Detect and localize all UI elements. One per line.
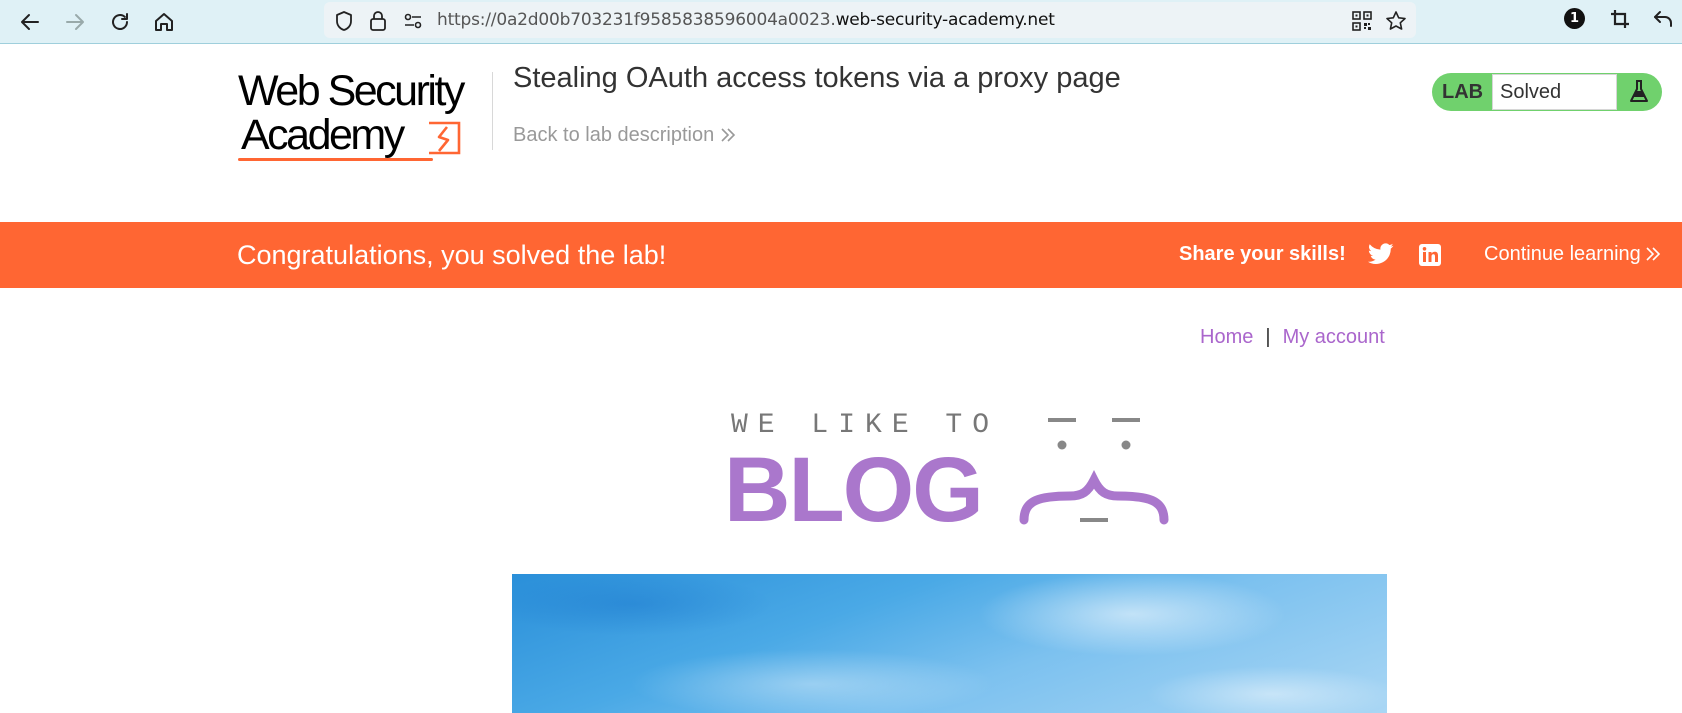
undo-icon[interactable] <box>1652 8 1674 30</box>
linkedin-icon[interactable] <box>1418 243 1442 267</box>
logo-line2: Academy <box>241 111 405 159</box>
home-link[interactable]: Home <box>1200 326 1253 348</box>
continue-learning-link[interactable]: Continue learning <box>1484 243 1661 266</box>
url-text[interactable]: https://0a2d00b703231f9585838596004a0023… <box>437 10 1055 30</box>
blog-tagline: WE LIKE TO <box>731 410 1000 441</box>
share-skills-label: Share your skills! <box>1179 243 1346 265</box>
arrow-left-icon <box>21 14 39 30</box>
back-to-lab-description-link[interactable]: Back to lab description <box>513 124 736 147</box>
logo-line1: Web Security <box>238 67 465 115</box>
logo-bolt-icon <box>429 121 461 155</box>
blog-logo-face-icon <box>1019 418 1169 525</box>
qr-code-icon[interactable] <box>1351 10 1373 32</box>
reload-icon <box>112 13 128 30</box>
double-chevron-right-icon <box>1646 247 1660 261</box>
logo-underline <box>238 158 433 161</box>
blog-wordmark: BLOG <box>724 439 984 541</box>
forward-button[interactable] <box>60 7 90 37</box>
shield-icon[interactable] <box>334 10 354 32</box>
blog-top-nav: Home | My account <box>1200 326 1385 349</box>
bookmark-star-icon[interactable] <box>1385 10 1407 32</box>
url-prefix: https://0a2d00b703231f9585838596004a0023… <box>437 10 836 30</box>
lab-status-label: LAB <box>1442 81 1484 103</box>
header-divider <box>492 72 493 150</box>
site-permissions-icon[interactable] <box>402 10 424 32</box>
congratulations-message: Congratulations, you solved the lab! <box>237 240 667 270</box>
extension-badge[interactable]: 1 <box>1564 8 1585 29</box>
lock-icon[interactable] <box>369 10 387 32</box>
double-chevron-right-icon <box>721 128 736 142</box>
arrow-right-icon <box>66 14 84 30</box>
nav-separator: | <box>1265 326 1271 348</box>
web-security-academy-logo[interactable]: Web Security Academy <box>238 68 488 168</box>
home-button[interactable] <box>149 7 179 37</box>
my-account-link[interactable]: My account <box>1283 326 1385 348</box>
crop-icon[interactable] <box>1609 8 1631 30</box>
congratulations-banner: Congratulations, you solved the lab! Sha… <box>0 222 1682 288</box>
twitter-icon[interactable] <box>1368 243 1394 265</box>
browser-toolbar: https://0a2d00b703231f9585838596004a0023… <box>0 0 1682 44</box>
home-icon <box>155 13 173 31</box>
lab-status-widget: LAB Solved <box>1432 73 1662 111</box>
continue-learning-label: Continue learning <box>1484 243 1641 265</box>
back-link-label: Back to lab description <box>513 124 715 146</box>
flask-icon <box>1630 80 1648 102</box>
url-host: web-security-academy.net <box>835 10 1055 30</box>
back-button[interactable] <box>15 7 45 37</box>
address-bar[interactable]: https://0a2d00b703231f9585838596004a0023… <box>324 2 1416 38</box>
lab-title: Stealing OAuth access tokens via a proxy… <box>513 62 1121 94</box>
blog-hero-image <box>512 574 1387 713</box>
reload-button[interactable] <box>105 7 135 37</box>
lab-status-value: Solved <box>1500 81 1562 103</box>
